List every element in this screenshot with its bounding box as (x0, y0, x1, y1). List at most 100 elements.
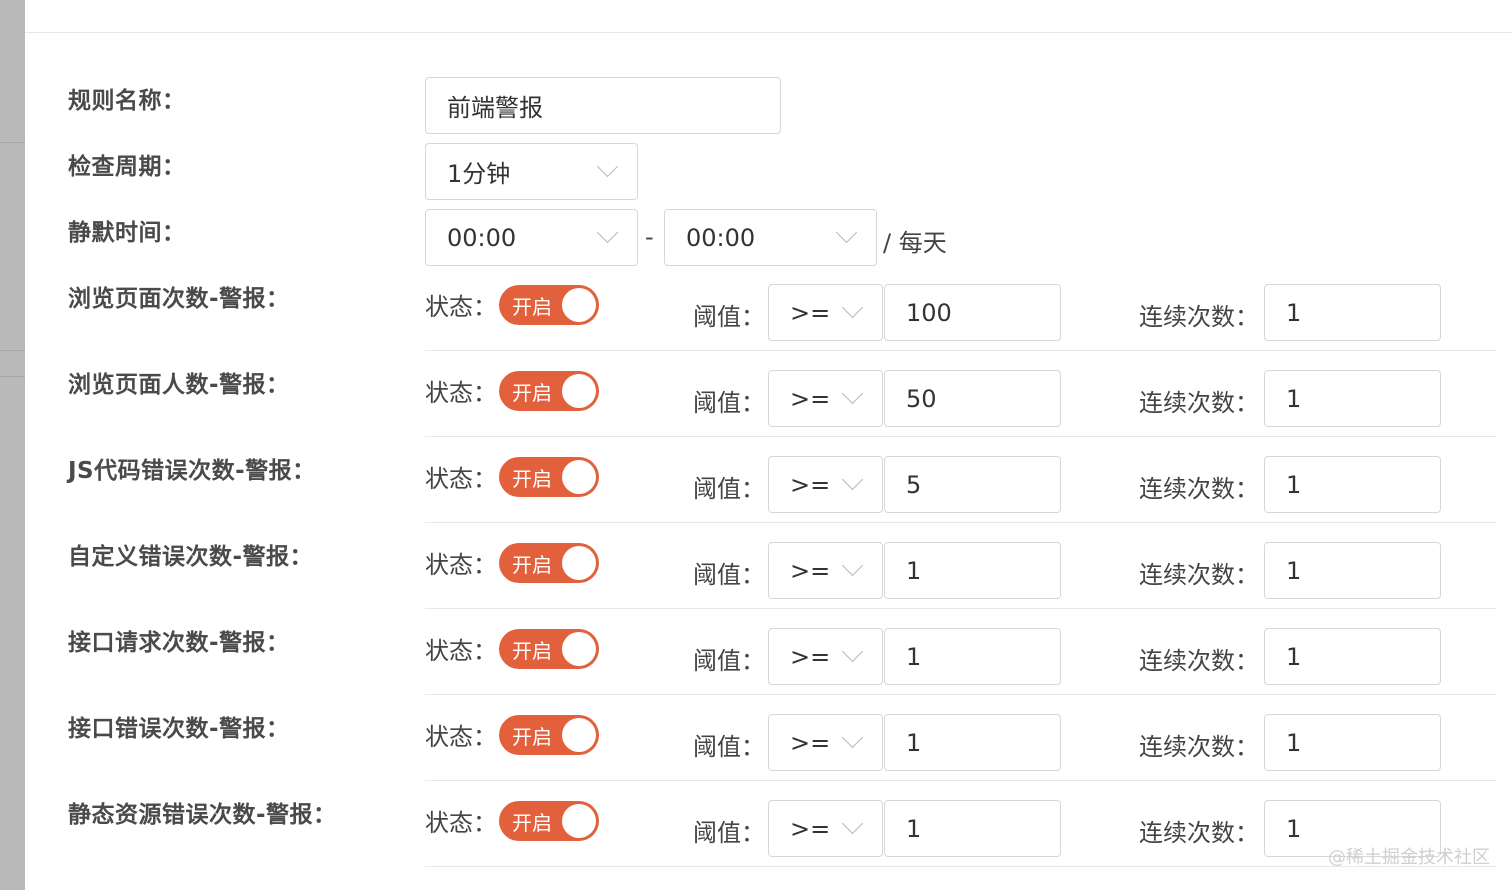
operator-value: >= (790, 556, 831, 585)
rule-name-value: 前端警报 (447, 94, 543, 122)
threshold-input[interactable]: 1 (884, 628, 1061, 685)
status-toggle[interactable]: 开启 (499, 371, 599, 411)
threshold-input[interactable]: 1 (884, 714, 1061, 771)
consecutive-value: 1 (1286, 642, 1302, 671)
alert-name-label: 接口错误次数-警报： (68, 716, 290, 742)
consecutive-input[interactable]: 1 (1264, 542, 1441, 599)
threshold-label: 阈值： (693, 303, 765, 331)
alert-name-label: 浏览页面次数-警报： (68, 286, 290, 312)
alert-name-label: JS代码错误次数-警报： (68, 458, 316, 484)
toggle-knob (562, 632, 596, 666)
silence-start-select[interactable]: 00:00 (425, 209, 638, 266)
operator-select[interactable]: >= (768, 284, 883, 341)
threshold-input[interactable]: 5 (884, 456, 1061, 513)
operator-select[interactable]: >= (768, 370, 883, 427)
threshold-value: 1 (906, 642, 922, 671)
toggle-label: 开启 (512, 811, 552, 835)
consecutive-value: 1 (1286, 728, 1302, 757)
toggle-label: 开启 (512, 639, 552, 663)
threshold-value: 100 (906, 298, 952, 327)
alert-name-label: 自定义错误次数-警报： (68, 544, 314, 570)
consecutive-label: 连续次数： (1139, 561, 1259, 589)
operator-value: >= (790, 814, 831, 843)
threshold-label: 阈值： (693, 647, 765, 675)
operator-select[interactable]: >= (768, 456, 883, 513)
row-divider (425, 522, 1496, 523)
status-label: 状态： (425, 551, 497, 579)
consecutive-value: 1 (1286, 814, 1302, 843)
toggle-label: 开启 (512, 553, 552, 577)
consecutive-value: 1 (1286, 470, 1302, 499)
threshold-value: 1 (906, 728, 922, 757)
threshold-input[interactable]: 50 (884, 370, 1061, 427)
status-label: 状态： (425, 723, 497, 751)
row-divider (425, 350, 1496, 351)
status-toggle[interactable]: 开启 (499, 801, 599, 841)
toggle-knob (562, 804, 596, 838)
consecutive-input[interactable]: 1 (1264, 284, 1441, 341)
status-toggle[interactable]: 开启 (499, 543, 599, 583)
check-period-label: 检查周期： (68, 154, 186, 180)
status-toggle[interactable]: 开启 (499, 457, 599, 497)
threshold-value: 5 (906, 470, 922, 499)
toggle-knob (562, 546, 596, 580)
operator-select[interactable]: >= (768, 800, 883, 857)
consecutive-value: 1 (1286, 298, 1302, 327)
alert-name-label: 浏览页面人数-警报： (68, 372, 290, 398)
consecutive-label: 连续次数： (1139, 733, 1259, 761)
operator-value: >= (790, 470, 831, 499)
operator-value: >= (790, 298, 831, 327)
silence-suffix: / 每天 (883, 229, 947, 257)
threshold-value: 1 (906, 556, 922, 585)
consecutive-value: 1 (1286, 384, 1302, 413)
header-divider (25, 32, 1512, 33)
consecutive-label: 连续次数： (1139, 647, 1259, 675)
row-divider (425, 436, 1496, 437)
consecutive-label: 连续次数： (1139, 819, 1259, 847)
status-toggle[interactable]: 开启 (499, 715, 599, 755)
toggle-label: 开启 (512, 381, 552, 405)
consecutive-input[interactable]: 1 (1264, 714, 1441, 771)
status-label: 状态： (425, 465, 497, 493)
operator-value: >= (790, 384, 831, 413)
consecutive-label: 连续次数： (1139, 389, 1259, 417)
threshold-label: 阈值： (693, 389, 765, 417)
consecutive-value: 1 (1286, 556, 1302, 585)
status-label: 状态： (425, 379, 497, 407)
toggle-knob (562, 718, 596, 752)
threshold-input[interactable]: 1 (884, 800, 1061, 857)
consecutive-input[interactable]: 1 (1264, 456, 1441, 513)
threshold-label: 阈值： (693, 819, 765, 847)
consecutive-input[interactable]: 1 (1264, 628, 1441, 685)
rule-name-input[interactable]: 前端警报 (425, 77, 781, 134)
check-period-select[interactable]: 1分钟 (425, 143, 638, 200)
threshold-label: 阈值： (693, 475, 765, 503)
threshold-value: 1 (906, 814, 922, 843)
toggle-label: 开启 (512, 467, 552, 491)
operator-select[interactable]: >= (768, 628, 883, 685)
row-divider (425, 608, 1496, 609)
consecutive-label: 连续次数： (1139, 475, 1259, 503)
rule-name-label: 规则名称： (68, 88, 186, 114)
toggle-label: 开启 (512, 725, 552, 749)
threshold-input[interactable]: 1 (884, 542, 1061, 599)
operator-value: >= (790, 642, 831, 671)
row-divider (425, 694, 1496, 695)
threshold-input[interactable]: 100 (884, 284, 1061, 341)
alert-name-label: 静态资源错误次数-警报： (68, 802, 337, 828)
status-label: 状态： (425, 637, 497, 665)
operator-select[interactable]: >= (768, 714, 883, 771)
toggle-knob (562, 460, 596, 494)
status-toggle[interactable]: 开启 (499, 629, 599, 669)
threshold-value: 50 (906, 384, 937, 413)
toggle-label: 开启 (512, 295, 552, 319)
silence-end-select[interactable]: 00:00 (664, 209, 877, 266)
threshold-label: 阈值： (693, 733, 765, 761)
consecutive-input[interactable]: 1 (1264, 370, 1441, 427)
left-sidebar-edge (0, 0, 25, 890)
status-toggle[interactable]: 开启 (499, 285, 599, 325)
toggle-knob (562, 374, 596, 408)
consecutive-label: 连续次数： (1139, 303, 1259, 331)
operator-select[interactable]: >= (768, 542, 883, 599)
operator-value: >= (790, 728, 831, 757)
